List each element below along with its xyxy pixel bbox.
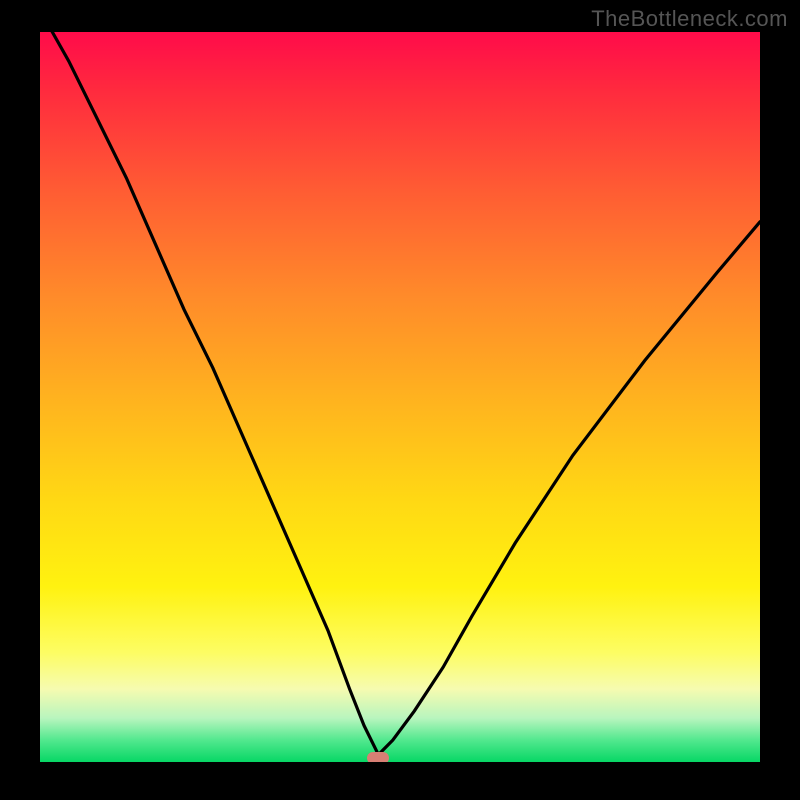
bottleneck-curve bbox=[40, 32, 760, 762]
watermark-text: TheBottleneck.com bbox=[591, 6, 788, 32]
chart-frame: TheBottleneck.com bbox=[0, 0, 800, 800]
curve-path bbox=[40, 10, 760, 755]
plot-area bbox=[40, 32, 760, 762]
bottom-black-bar bbox=[40, 762, 760, 800]
